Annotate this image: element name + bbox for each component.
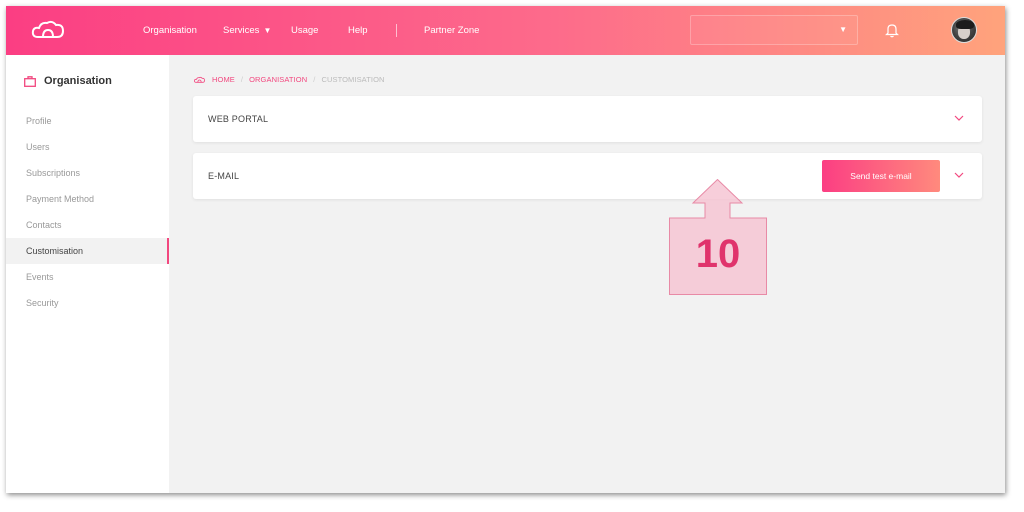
- sidebar: Organisation Profile Users Subscriptions…: [6, 55, 169, 493]
- nav-divider: [396, 24, 397, 37]
- sidebar-header: Organisation: [24, 75, 112, 87]
- sidebar-item-users[interactable]: Users: [6, 134, 169, 160]
- chevron-down-icon[interactable]: [954, 171, 964, 179]
- nav-help[interactable]: Help: [348, 25, 368, 36]
- send-test-email-button[interactable]: Send test e-mail: [822, 160, 940, 192]
- sidebar-item-security[interactable]: Security: [6, 290, 169, 316]
- sidebar-title: Organisation: [44, 75, 112, 87]
- sidebar-item-subscriptions[interactable]: Subscriptions: [6, 160, 169, 186]
- breadcrumb-separator: /: [313, 75, 316, 84]
- annotation-step-number: 10: [695, 232, 741, 276]
- cloud-home-icon[interactable]: [193, 76, 206, 84]
- chevron-down-icon[interactable]: [954, 114, 964, 122]
- nav-services[interactable]: Services ▼: [223, 25, 271, 36]
- top-navigation-bar: Organisation Services ▼ Usage Help Partne…: [6, 6, 1005, 55]
- avatar[interactable]: [951, 17, 977, 43]
- web-portal-section[interactable]: WEB PORTAL: [193, 96, 982, 142]
- nav-usage[interactable]: Usage: [291, 25, 318, 36]
- avatar-hair: [956, 20, 974, 29]
- bell-icon[interactable]: [885, 22, 899, 38]
- app-window: Organisation Services ▼ Usage Help Partne…: [6, 6, 1005, 493]
- sidebar-item-events[interactable]: Events: [6, 264, 169, 290]
- breadcrumb-separator: /: [240, 75, 244, 84]
- breadcrumb: HOME / ORGANISATION / CUSTOMISATION: [193, 75, 385, 84]
- web-portal-title: WEB PORTAL: [208, 114, 269, 124]
- chevron-down-icon: ▼: [263, 26, 272, 35]
- account-selector-dropdown[interactable]: ▼: [690, 15, 858, 45]
- cloud-logo-icon[interactable]: [30, 18, 66, 42]
- email-title: E-MAIL: [208, 171, 240, 181]
- sidebar-item-contacts[interactable]: Contacts: [6, 212, 169, 238]
- sidebar-item-payment-method[interactable]: Payment Method: [6, 186, 169, 212]
- sidebar-item-profile[interactable]: Profile: [6, 108, 169, 134]
- email-section[interactable]: E-MAIL Send test e-mail: [193, 153, 982, 199]
- briefcase-icon: [24, 75, 36, 87]
- nav-organisation[interactable]: Organisation: [143, 25, 197, 36]
- breadcrumb-current: CUSTOMISATION: [321, 75, 385, 84]
- sidebar-item-customisation[interactable]: Customisation: [6, 238, 169, 264]
- nav-services-label: Services: [223, 25, 260, 36]
- breadcrumb-organisation[interactable]: ORGANISATION: [249, 75, 307, 84]
- chevron-down-icon: ▼: [839, 25, 847, 34]
- nav-partner-zone[interactable]: Partner Zone: [424, 25, 479, 36]
- breadcrumb-home[interactable]: HOME: [212, 75, 235, 84]
